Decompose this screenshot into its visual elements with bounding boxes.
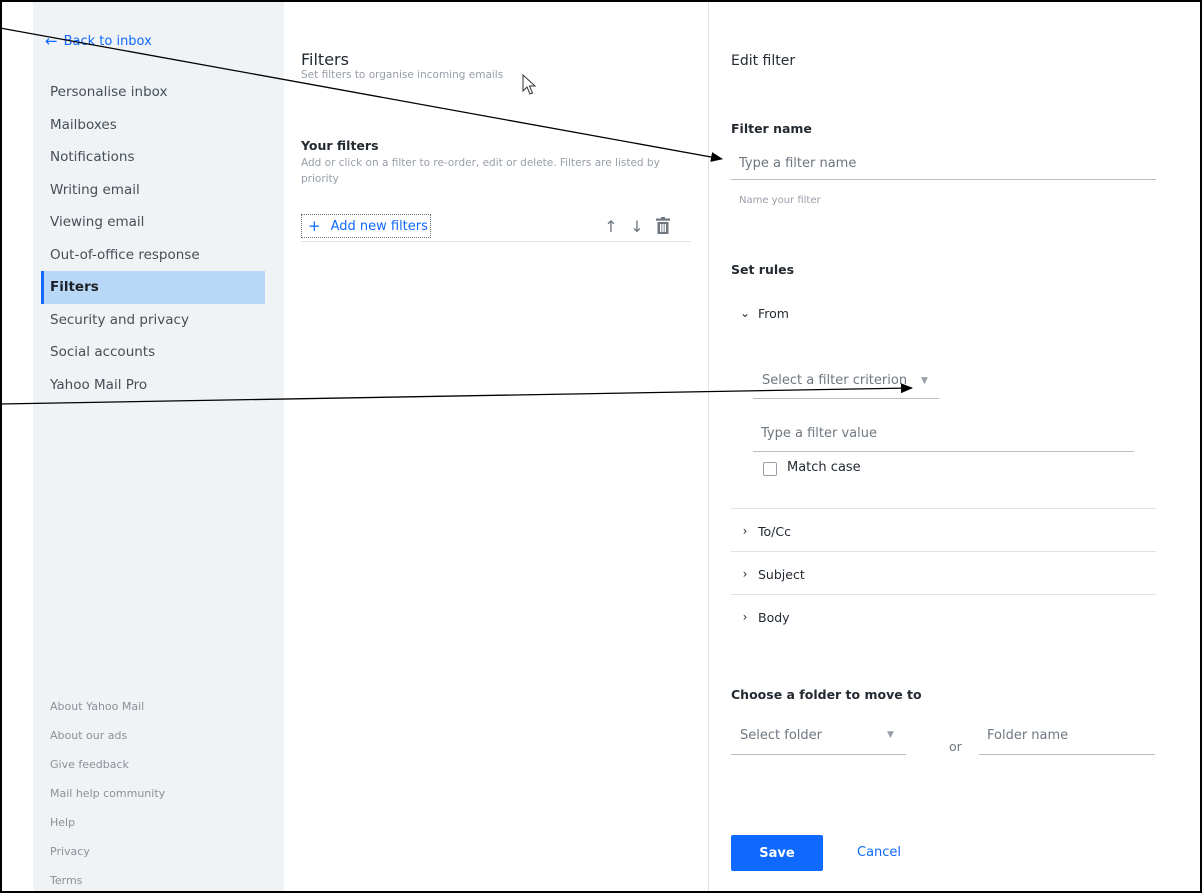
sidebar-item-yahoo-mail-pro[interactable]: Yahoo Mail Pro: [41, 369, 265, 402]
arrow-down-icon: ↓: [630, 216, 644, 236]
filter-name-input[interactable]: [731, 148, 1156, 180]
filter-name-heading: Filter name: [731, 121, 812, 136]
sidebar-item-viewing-email[interactable]: Viewing email: [41, 206, 265, 239]
rule-body-label: Body: [758, 609, 790, 625]
chevron-right-icon: ›: [742, 610, 748, 624]
arrow-up-icon: ↑: [604, 216, 618, 236]
sidebar-item-writing-email[interactable]: Writing email: [41, 174, 265, 207]
page-title: Filters: [301, 50, 349, 69]
chevron-down-icon: ⌄: [740, 306, 751, 320]
rule-from-toggle[interactable]: ⌄ From: [731, 292, 1156, 334]
rule-divider: [731, 551, 1156, 552]
delete-filter-button[interactable]: [653, 215, 673, 237]
rule-divider: [731, 594, 1156, 595]
plus-icon: +: [308, 217, 321, 235]
back-to-inbox-label: Back to inbox: [63, 34, 152, 49]
select-folder-placeholder: Select folder: [740, 728, 822, 743]
cancel-button[interactable]: Cancel: [857, 845, 901, 860]
sidebar-item-personalise-inbox[interactable]: Personalise inbox: [41, 76, 265, 109]
footer-link-give-feedback[interactable]: Give feedback: [50, 750, 165, 779]
sidebar-item-out-of-office[interactable]: Out-of-office response: [41, 239, 265, 272]
rule-to-cc-toggle[interactable]: › To/Cc: [731, 510, 1156, 552]
footer-link-help[interactable]: Help: [50, 808, 165, 837]
footer-link-about-yahoo-mail[interactable]: About Yahoo Mail: [50, 692, 165, 721]
chevron-right-icon: ›: [742, 524, 748, 538]
move-down-button[interactable]: ↓: [627, 215, 647, 237]
sidebar-item-filters[interactable]: Filters: [41, 271, 265, 304]
or-separator: or: [949, 739, 962, 754]
rule-subject-label: Subject: [758, 566, 805, 582]
folder-heading: Choose a folder to move to: [731, 687, 922, 702]
filter-toolbar: + Add new filters ↑ ↓: [301, 212, 691, 242]
folder-name-input[interactable]: [979, 717, 1155, 755]
add-new-filters-label: Add new filters: [330, 218, 428, 234]
set-rules-heading: Set rules: [731, 262, 795, 277]
chevron-right-icon: ›: [742, 567, 748, 581]
add-new-filters-button[interactable]: + Add new filters: [301, 214, 431, 238]
sidebar-item-social-accounts[interactable]: Social accounts: [41, 336, 265, 369]
trash-icon: [656, 217, 670, 234]
filter-criterion-placeholder: Select a filter criterion: [762, 373, 908, 388]
edit-filter-panel: Edit filter Filter name Name your filter…: [710, 2, 1200, 891]
match-case-label: Match case: [787, 460, 861, 475]
rule-divider: [731, 508, 1156, 509]
arrow-left-icon: ←: [45, 32, 58, 50]
your-filters-heading: Your filters: [301, 138, 379, 153]
rule-subject-toggle[interactable]: › Subject: [731, 553, 1156, 595]
rule-body-toggle[interactable]: › Body: [731, 596, 1156, 638]
back-to-inbox-link[interactable]: ← Back to inbox: [45, 32, 152, 50]
footer-link-terms[interactable]: Terms: [50, 866, 165, 893]
save-button[interactable]: Save: [731, 835, 823, 871]
match-case-checkbox[interactable]: [763, 462, 777, 476]
mouse-pointer-icon: [522, 74, 537, 95]
edit-filter-title: Edit filter: [731, 53, 796, 69]
sidebar-item-security-privacy[interactable]: Security and privacy: [41, 304, 265, 337]
filter-name-hint: Name your filter: [739, 195, 821, 206]
select-folder-dropdown[interactable]: Select folder ▼: [731, 717, 906, 755]
sidebar-item-mailboxes[interactable]: Mailboxes: [41, 109, 265, 142]
sidebar-item-notifications[interactable]: Notifications: [41, 141, 265, 174]
move-up-button[interactable]: ↑: [601, 215, 621, 237]
rule-to-cc-label: To/Cc: [758, 523, 791, 539]
caret-down-icon: ▼: [921, 376, 928, 386]
settings-nav: Personalise inbox Mailboxes Notification…: [41, 76, 265, 401]
footer-link-about-ads[interactable]: About our ads: [50, 721, 165, 750]
filter-value-input[interactable]: [753, 416, 1134, 452]
settings-sidebar: ← Back to inbox Personalise inbox Mailbo…: [33, 2, 284, 891]
page-subtitle: Set filters to organise incoming emails: [301, 69, 504, 81]
footer-link-privacy[interactable]: Privacy: [50, 837, 165, 866]
your-filters-description: Add or click on a filter to re-order, ed…: [301, 157, 660, 185]
caret-down-icon: ▼: [887, 730, 894, 740]
filter-criterion-select[interactable]: Select a filter criterion ▼: [753, 363, 939, 399]
filters-panel: Filters Set filters to organise incoming…: [284, 2, 709, 891]
rule-from-label: From: [758, 305, 789, 321]
footer-links: About Yahoo Mail About our ads Give feed…: [50, 692, 165, 893]
footer-link-help-community[interactable]: Mail help community: [50, 779, 165, 808]
